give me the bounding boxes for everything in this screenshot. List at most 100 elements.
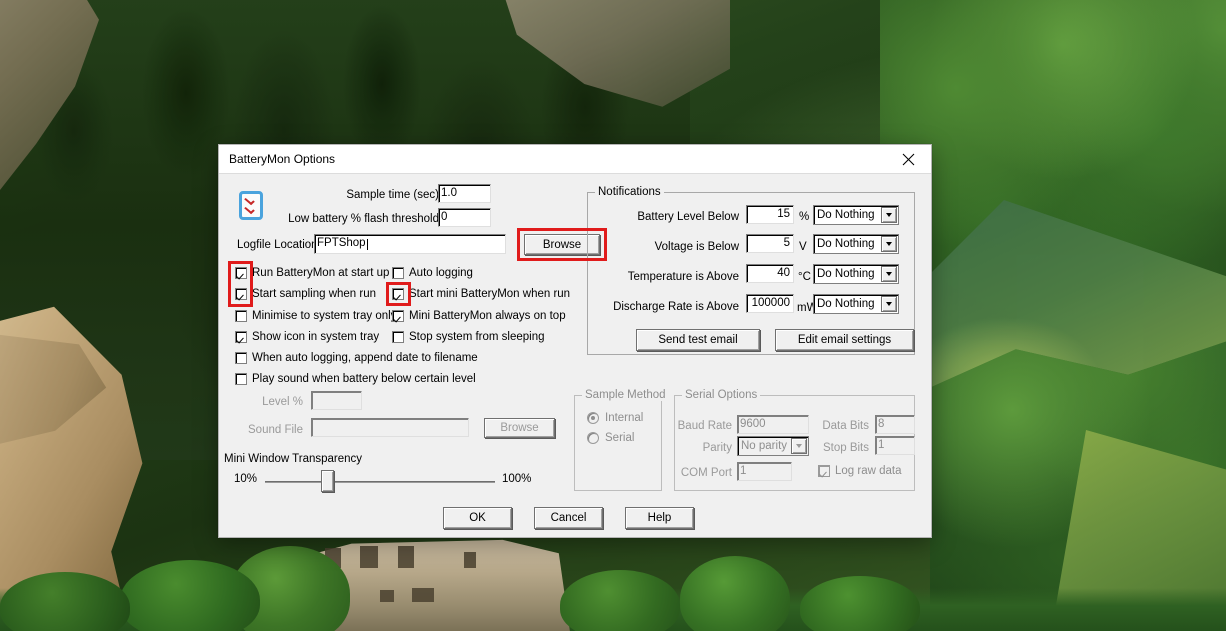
chevron-down-icon[interactable] (881, 236, 897, 252)
serial-options-group-title: Serial Options (682, 389, 761, 401)
data-bits-input[interactable]: 8 (875, 415, 915, 434)
checkbox-label: Stop system from sleeping (409, 331, 545, 343)
sample-time-input[interactable]: 1.0 (438, 184, 491, 203)
select-value: Do Nothing (817, 209, 875, 221)
voltage-is-below-label: Voltage is Below (654, 241, 739, 253)
sample-time-label: Sample time (sec) (346, 189, 439, 201)
checkbox-show-icon-in-system-tray[interactable]: Show icon in system tray (235, 331, 379, 343)
checkbox-box (235, 352, 247, 364)
checkbox-label: Minimise to system tray only (252, 310, 397, 322)
mini-window-transparency-title: Mini Window Transparency (224, 453, 363, 465)
checkbox-minimise-to-system-tray-only[interactable]: Minimise to system tray only (235, 310, 396, 322)
dialog-title: BatteryMon Options (229, 152, 336, 166)
com-port-input[interactable]: 1 (737, 462, 792, 481)
battery-level-below-label: Battery Level Below (637, 211, 739, 223)
sound-file-label: Sound File (248, 424, 303, 436)
checkbox-log-raw-data[interactable]: Log raw data (818, 465, 902, 477)
checkbox-label: Run BatteryMon at start up (252, 267, 390, 279)
checkbox-box (235, 267, 247, 279)
radio-circle (587, 412, 599, 424)
checkbox-play-sound-below-level[interactable]: Play sound when battery below certain le… (235, 373, 476, 385)
radio-label: Internal (605, 412, 644, 424)
baud-rate-label: Baud Rate (677, 420, 732, 432)
checkbox-append-date-to-filename[interactable]: When auto logging, append date to filena… (235, 352, 478, 364)
dialog-titlebar[interactable]: BatteryMon Options (219, 145, 931, 173)
notifications-group-title: Notifications (595, 186, 664, 198)
chevron-down-icon[interactable] (881, 207, 897, 223)
radio-sample-method-internal[interactable]: Internal (587, 412, 643, 424)
checkbox-box (235, 331, 247, 343)
checkbox-box (392, 288, 404, 300)
select-value: Do Nothing (817, 238, 875, 250)
wallpaper-shrub (560, 570, 680, 631)
select-value: Do Nothing (817, 268, 875, 280)
parity-select[interactable]: No parity (737, 436, 809, 456)
transparency-max-label: 100% (502, 473, 532, 485)
checkbox-label: Show icon in system tray (252, 331, 380, 343)
discharge-rate-is-above-label: Discharge Rate is Above (613, 301, 739, 313)
checkbox-box (392, 267, 404, 279)
checkbox-label: Auto logging (409, 267, 473, 279)
stop-bits-input[interactable]: 1 (875, 436, 915, 455)
voltage-is-below-unit: V (799, 241, 807, 253)
temperature-is-above-input[interactable]: 40 (746, 264, 794, 283)
stop-bits-label: Stop Bits (822, 442, 869, 454)
checkbox-run-batterymon-at-start-up[interactable]: Run BatteryMon at start up (235, 267, 389, 279)
voltage-is-below-input[interactable]: 5 (746, 234, 794, 253)
logfile-location-input[interactable]: FPTShop (314, 234, 506, 254)
chevron-down-icon[interactable] (791, 438, 807, 454)
battery-level-below-action-select[interactable]: Do Nothing (813, 205, 899, 225)
chevron-down-icon[interactable] (881, 296, 897, 312)
battery-level-below-input[interactable]: 15 (746, 205, 794, 224)
checkbox-box (235, 373, 247, 385)
checkbox-label: When auto logging, append date to filena… (252, 352, 478, 364)
select-value: Do Nothing (817, 298, 875, 310)
chevron-down-icon[interactable] (881, 266, 897, 282)
help-button[interactable]: Help (625, 507, 694, 529)
logfile-location-label: Logfile Location (237, 239, 318, 251)
text-caret (366, 238, 368, 250)
close-icon[interactable] (885, 145, 931, 173)
checklist-clipboard-icon (236, 189, 266, 222)
checkbox-box (392, 310, 404, 322)
wallpaper-villa-window (360, 546, 378, 568)
dialog-client-area: Sample time (sec) 1.0 Low battery % flas… (219, 173, 931, 537)
temperature-is-above-action-select[interactable]: Do Nothing (813, 264, 899, 284)
checkbox-mini-batterymon-always-on-top[interactable]: Mini BatteryMon always on top (392, 310, 566, 322)
level-percent-input[interactable] (311, 391, 362, 410)
sample-method-group-title: Sample Method (582, 389, 669, 401)
wallpaper-villa-window (380, 590, 394, 602)
batterymon-options-dialog: BatteryMon Options Sample time (sec) 1.0… (218, 144, 932, 538)
checkbox-auto-logging[interactable]: Auto logging (392, 267, 473, 279)
browse-sound-file-button[interactable]: Browse (484, 418, 555, 438)
checkbox-label: Mini BatteryMon always on top (409, 310, 566, 322)
transparency-slider-thumb[interactable] (321, 470, 334, 492)
cancel-button[interactable]: Cancel (534, 507, 603, 529)
baud-rate-input[interactable]: 9600 (737, 415, 809, 434)
temperature-is-above-label: Temperature is Above (627, 271, 739, 283)
send-test-email-button[interactable]: Send test email (636, 329, 760, 351)
edit-email-settings-button[interactable]: Edit email settings (775, 329, 914, 351)
checkbox-start-sampling-when-run[interactable]: Start sampling when run (235, 288, 376, 300)
checkbox-label: Log raw data (835, 465, 902, 477)
radio-label: Serial (605, 432, 635, 444)
radio-sample-method-serial[interactable]: Serial (587, 432, 634, 444)
level-percent-label: Level % (262, 396, 303, 408)
sound-file-input[interactable] (311, 418, 469, 437)
low-battery-threshold-input[interactable]: 0 (438, 208, 491, 227)
discharge-rate-is-above-input[interactable]: 100000 (746, 294, 794, 313)
wallpaper-shrub (120, 560, 260, 631)
temperature-is-above-unit: °C (798, 271, 811, 283)
checkbox-label: Play sound when battery below certain le… (252, 373, 476, 385)
wallpaper-villa-window (412, 588, 434, 602)
checkbox-stop-system-from-sleeping[interactable]: Stop system from sleeping (392, 331, 545, 343)
battery-level-below-unit: % (799, 211, 810, 223)
transparency-slider-track[interactable] (265, 481, 495, 483)
discharge-rate-is-above-action-select[interactable]: Do Nothing (813, 294, 899, 314)
checkbox-start-mini-batterymon-when-run[interactable]: Start mini BatteryMon when run (392, 288, 570, 300)
checkbox-box (235, 288, 247, 300)
data-bits-label: Data Bits (822, 420, 869, 432)
voltage-is-below-action-select[interactable]: Do Nothing (813, 234, 899, 254)
ok-button[interactable]: OK (443, 507, 512, 529)
checkbox-label: Start mini BatteryMon when run (409, 288, 571, 300)
